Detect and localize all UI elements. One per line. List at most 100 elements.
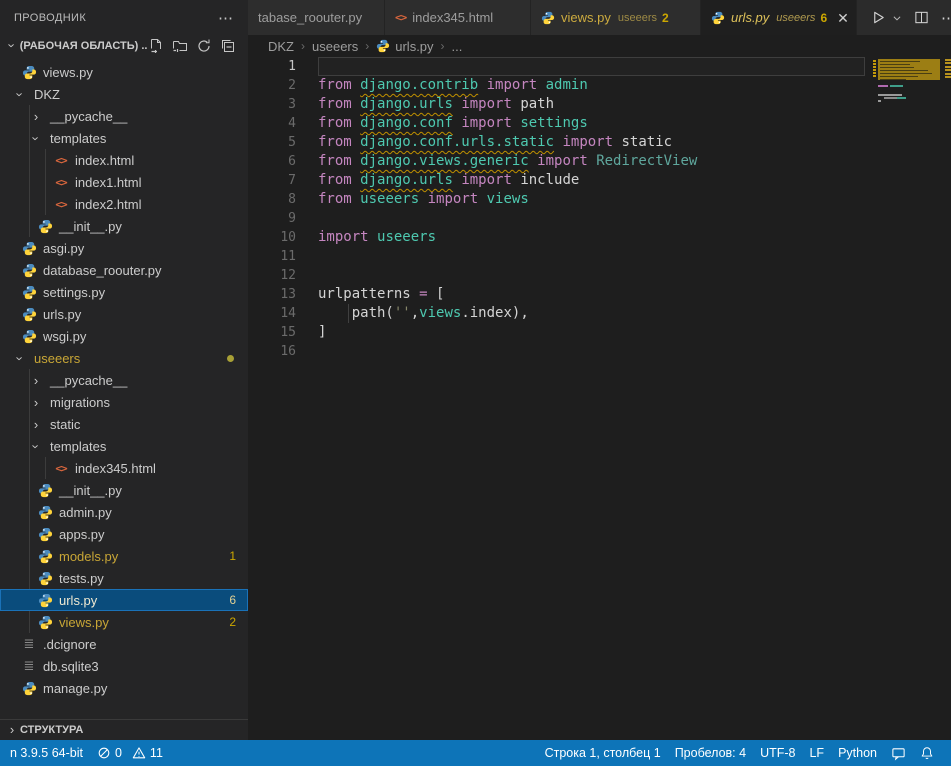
tree-item-db-sqlite3[interactable]: ≣ db.sqlite3 (0, 655, 248, 677)
code-line-10: import useeers (318, 228, 865, 247)
tree-item--pycache-[interactable]: ›__pycache__ (0, 105, 248, 127)
status-bar-right: Строка 1, столбец 1Пробелов: 4UTF-8LFPyt… (538, 746, 941, 761)
run-python-file-button[interactable] (871, 10, 886, 25)
editor-more-actions-icon[interactable]: ⋯ (941, 9, 951, 27)
tab-tabase-roouter-py[interactable]: tabase_roouter.py (248, 0, 385, 35)
chevron-down-icon: › (12, 86, 28, 102)
tree-item-index345-html[interactable]: <>index345.html (0, 457, 248, 479)
breadcrumb-item[interactable]: DKZ (268, 39, 294, 54)
tree-item--init-py[interactable]: __init__.py (0, 215, 248, 237)
language-mode-status[interactable]: Python (831, 746, 884, 760)
breadcrumb-item[interactable]: useeers (312, 39, 358, 54)
tree-item-apps-py[interactable]: apps.py (0, 523, 248, 545)
code-editor[interactable]: 12345678910111213141516 from django.cont… (248, 57, 951, 740)
tab-index345-html[interactable]: <>index345.html (385, 0, 531, 35)
generic-file-icon: ≣ (21, 658, 37, 674)
python-file-icon (21, 284, 37, 300)
tree-item-tests-py[interactable]: tests.py (0, 567, 248, 589)
refresh-icon[interactable] (196, 38, 212, 54)
tree-item-label: views.py (43, 65, 93, 80)
feedback-icon[interactable] (884, 746, 913, 761)
tree-item-settings-py[interactable]: settings.py (0, 281, 248, 303)
tree-item--pycache-[interactable]: ›__pycache__ (0, 369, 248, 391)
eol-status[interactable]: LF (802, 746, 831, 760)
breadcrumb-separator: › (365, 39, 369, 53)
tree-item-label: models.py (59, 549, 118, 564)
tree-item-urls-py[interactable]: urls.py6 (0, 589, 248, 611)
python-interpreter-status[interactable]: n 3.9.5 64-bit (3, 740, 90, 766)
main-row: ПРОВОДНИК ⋯ › (РАБОЧАЯ ОБЛАСТЬ) ... (0, 0, 951, 740)
new-folder-icon[interactable] (172, 38, 188, 54)
tree-item-wsgi-py[interactable]: wsgi.py (0, 325, 248, 347)
tree-item-index1-html[interactable]: <> index1.html (0, 171, 248, 193)
problem-count-badge: 2 (229, 615, 248, 629)
tree-item-label: .dcignore (43, 637, 96, 652)
overview-ruler[interactable] (945, 57, 951, 740)
tree-item-views-py[interactable]: views.py (0, 61, 248, 83)
tree-item--init-py[interactable]: __init__.py (0, 479, 248, 501)
tree-item-database-roouter-py[interactable]: database_roouter.py (0, 259, 248, 281)
tab-problem-count: 2 (662, 11, 669, 25)
python-file-icon (37, 504, 53, 520)
tab-label: urls.py (731, 10, 769, 25)
new-file-icon[interactable] (148, 38, 164, 54)
line-number: 12 (248, 266, 318, 285)
encoding-status[interactable]: UTF-8 (753, 746, 802, 760)
html-file-icon: <> (395, 11, 406, 24)
chevron-down-icon: › (4, 39, 20, 53)
tree-item-templates[interactable]: ›templates (0, 127, 248, 149)
code-line-6: from django.views.generic import Redirec… (318, 152, 865, 171)
tree-item-migrations[interactable]: ›migrations (0, 391, 248, 413)
tree-item-urls-py[interactable]: urls.py (0, 303, 248, 325)
tree-item-label: templates (50, 131, 106, 146)
cursor-position-status[interactable]: Строка 1, столбец 1 (538, 746, 668, 760)
code-content: from django.contrib import admin from dja… (318, 57, 865, 361)
tree-item-asgi-py[interactable]: asgi.py (0, 237, 248, 259)
indentation-status[interactable]: Пробелов: 4 (668, 746, 753, 760)
tab-bar: tabase_roouter.py<>index345.html views.p… (248, 0, 951, 35)
code-line-2: from django.contrib import admin (318, 76, 865, 95)
line-number: 5 (248, 133, 318, 152)
tree-item-templates[interactable]: ›templates (0, 435, 248, 457)
minimap[interactable] (873, 57, 945, 740)
tree-item-label: urls.py (43, 307, 81, 322)
close-icon[interactable]: ✕ (837, 11, 849, 25)
tree-item-views-py[interactable]: views.py2 (0, 611, 248, 633)
code-line-14: path('',views.index), (318, 304, 865, 323)
tree-item-useeers[interactable]: ›useeers (0, 347, 248, 369)
python-file-icon (711, 11, 725, 25)
tree-item-label: __init__.py (59, 483, 122, 498)
editor-column: tabase_roouter.py<>index345.html views.p… (248, 0, 951, 740)
python-file-icon (541, 11, 555, 25)
tree-item-label: index1.html (75, 175, 141, 190)
html-file-icon: <> (53, 174, 69, 190)
collapse-all-icon[interactable] (220, 38, 236, 54)
tree-item--dcignore[interactable]: ≣.dcignore (0, 633, 248, 655)
line-number: 4 (248, 114, 318, 133)
tree-item-label: db.sqlite3 (43, 659, 99, 674)
tree-item-label: __pycache__ (50, 373, 127, 388)
workspace-section-header[interactable]: › (РАБОЧАЯ ОБЛАСТЬ) ... (0, 35, 248, 57)
tree-item-manage-py[interactable]: manage.py (0, 677, 248, 699)
tree-item-index2-html[interactable]: <>index2.html (0, 193, 248, 215)
bell-icon[interactable] (913, 746, 941, 760)
breadcrumb-item[interactable]: urls.py (376, 39, 433, 54)
run-dropdown-chevron-icon[interactable] (892, 13, 902, 23)
tree-item-index-html[interactable]: <>index.html (0, 149, 248, 171)
tab-urls-py[interactable]: urls.pyuseeers6✕ (701, 0, 857, 35)
tree-item-dkz[interactable]: ›DKZ (0, 83, 248, 105)
tree-item-label: apps.py (59, 527, 105, 542)
tree-item-admin-py[interactable]: admin.py (0, 501, 248, 523)
split-editor-icon[interactable] (914, 10, 929, 25)
code-line-13: urlpatterns = [ (318, 285, 865, 304)
breadcrumb-item[interactable]: ... (452, 39, 463, 54)
tree-item-static[interactable]: ›static (0, 413, 248, 435)
tree-item-label: templates (50, 439, 106, 454)
code-line-11 (318, 247, 865, 266)
explorer-more-actions-icon[interactable]: ⋯ (218, 9, 234, 27)
python-file-icon (37, 614, 53, 630)
tab-views-py[interactable]: views.pyuseeers2 (531, 0, 701, 35)
problems-status[interactable]: 0 11 (90, 740, 170, 766)
tree-item-models-py[interactable]: models.py1 (0, 545, 248, 567)
outline-section-header[interactable]: › СТРУКТУРА (0, 719, 248, 740)
